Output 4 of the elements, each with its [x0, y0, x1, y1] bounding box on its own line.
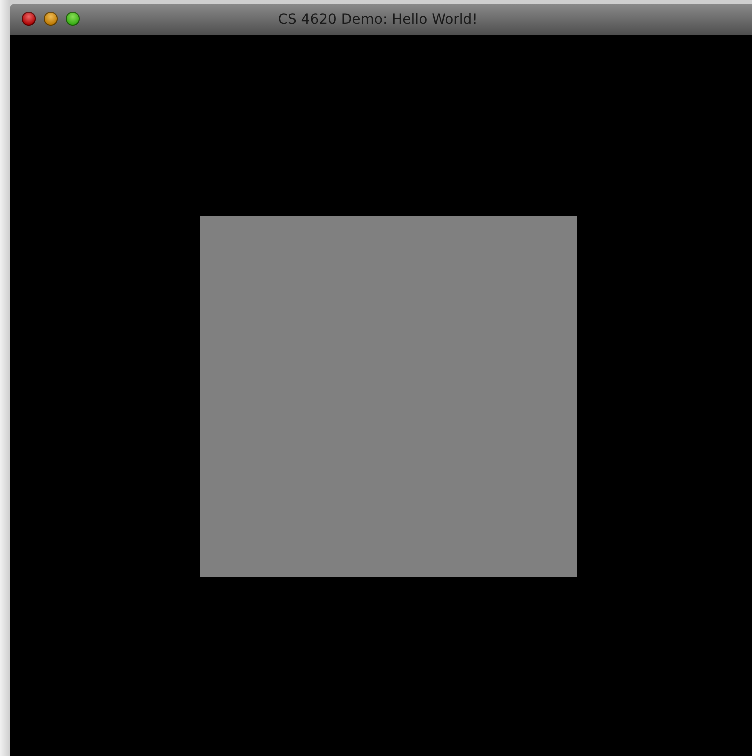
close-button[interactable]: [22, 12, 36, 26]
minimize-button[interactable]: [44, 12, 58, 26]
zoom-button[interactable]: [66, 12, 80, 26]
window-title: CS 4620 Demo: Hello World!: [278, 12, 478, 28]
